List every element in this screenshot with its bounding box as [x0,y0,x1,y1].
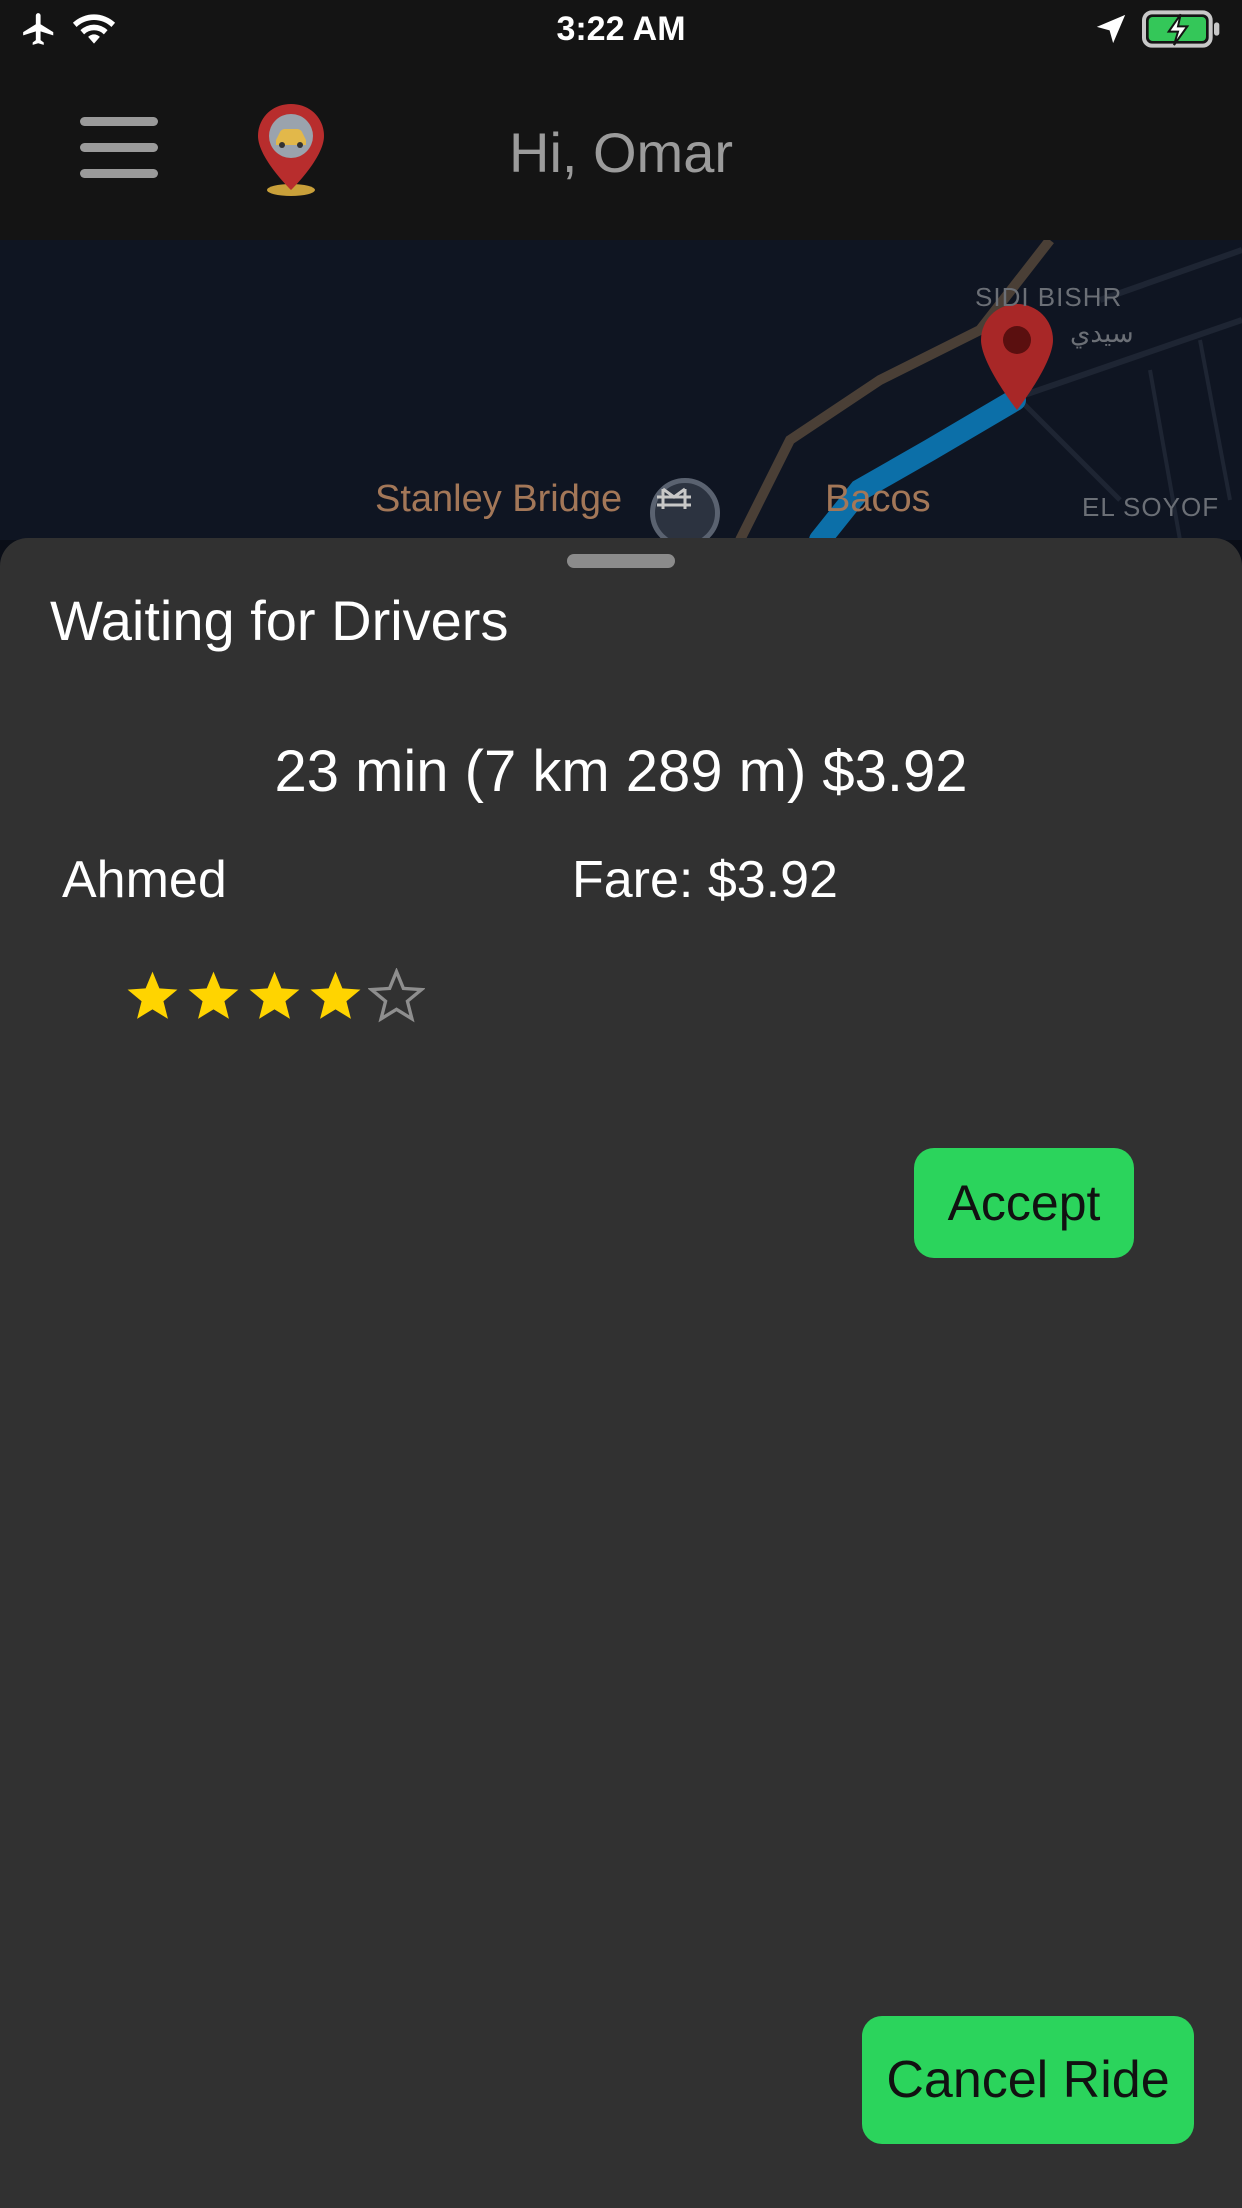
route-summary: 23 min (7 km 289 m) $3.92 [274,739,968,804]
destination-pin-icon[interactable] [978,302,1056,412]
accept-button[interactable]: Accept [914,1148,1134,1258]
cancel-ride-button[interactable]: Cancel Ride [862,2016,1194,2144]
driver-name: Ahmed [62,851,227,909]
battery-charging-icon [1142,10,1220,48]
map-label-el-soyof: EL SOYOF [1082,492,1220,522]
ride-bottom-sheet: Waiting for Drivers 23 min (7 km 289 m) … [0,538,1242,2208]
star-filled-icon [127,971,178,1019]
sheet-title: Waiting for Drivers [50,589,509,652]
app-header: Hi, Omar [0,62,1242,240]
star-filled-icon [188,971,239,1019]
sheet-drag-handle[interactable] [567,554,675,568]
location-arrow-icon [1096,14,1126,44]
bridge-poi-icon[interactable] [650,478,720,540]
driver-rating [124,968,425,1025]
greeting-title: Hi, Omar [509,121,733,184]
fare-label: Fare: $3.92 [572,851,838,909]
status-bar: 3:22 AM [0,0,1242,62]
status-time: 3:22 AM [556,10,686,48]
map-label-stanley-bridge: Stanley Bridge [375,478,623,520]
status-right [1094,10,1222,48]
star-filled-icon [310,971,361,1019]
map-label-bacos: Bacos [825,478,931,520]
map-view[interactable]: SIDI BISHR سيدي Stanley Bridge Bacos EL … [0,240,1242,540]
map-label-sidi-bishr-arabic: سيدي [1070,318,1134,348]
map-label-sidi-bishr: SIDI BISHR [975,282,1123,312]
star-empty-icon [368,968,425,1023]
star-filled-icon [249,971,300,1019]
